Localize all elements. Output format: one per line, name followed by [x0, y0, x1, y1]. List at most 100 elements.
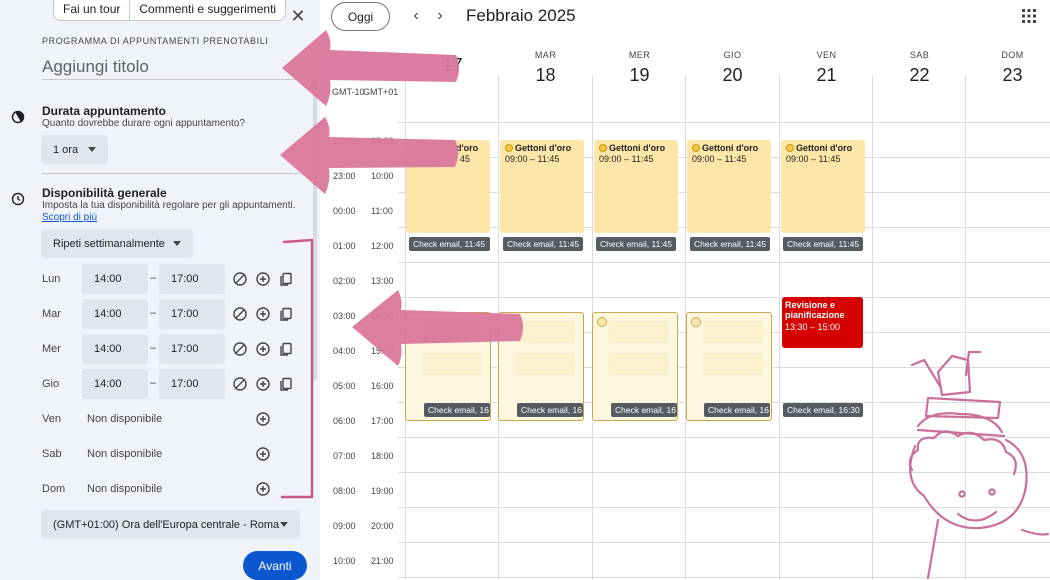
event-check-email[interactable]: Check email, 16:30: [783, 403, 863, 417]
hour-label: 17:00: [371, 416, 394, 426]
event-status-icon: [692, 144, 700, 152]
duration-dropdown[interactable]: 1 ora: [41, 135, 108, 164]
event-check-email[interactable]: Check email, 16: [517, 403, 583, 417]
end-time-field[interactable]: 17:00: [159, 264, 225, 294]
availability-row-mar: Mar 14:00 – 17:00: [42, 299, 300, 329]
title-input[interactable]: [42, 55, 300, 80]
range-dash: –: [150, 272, 157, 284]
day-header-18[interactable]: MAR 18: [499, 50, 592, 86]
chevron-left-icon[interactable]: ‹: [406, 6, 426, 26]
unavailable-icon[interactable]: [232, 376, 248, 392]
unavailable-icon[interactable]: [232, 306, 248, 322]
unavailable-text: Non disponibile: [87, 413, 163, 425]
hour-label: 09:00: [371, 136, 394, 146]
event-gettoni-doro[interactable]: Gettoni d'oro 09:00 – 11:45: [500, 140, 584, 233]
panel-scrollbar[interactable]: [313, 80, 317, 380]
day-name: MAR: [534, 50, 557, 60]
add-interval-icon[interactable]: [255, 376, 271, 392]
add-interval-icon[interactable]: [255, 446, 271, 462]
repeat-dropdown[interactable]: Ripeti settimanalmente: [41, 229, 193, 258]
hour-label: 01:00: [333, 241, 356, 251]
unavailable-icon[interactable]: [232, 271, 248, 287]
day-header-20[interactable]: GIO 20: [686, 50, 779, 86]
add-interval-icon[interactable]: [255, 306, 271, 322]
hour-label: 05:00: [333, 381, 356, 391]
doodle-character: [908, 350, 1050, 580]
day-number: 21: [816, 65, 837, 85]
day-header-21[interactable]: VEN 21: [780, 50, 873, 86]
event-check-email[interactable]: Check email, 16: [704, 403, 770, 417]
day-header-19[interactable]: MER 19: [593, 50, 686, 86]
copy-icon[interactable]: [278, 376, 294, 392]
event-status-icon: [786, 144, 794, 152]
start-time-field[interactable]: 14:00: [82, 264, 148, 294]
availability-row-ven: Ven Non disponibile: [42, 404, 300, 434]
day-number: 19: [629, 65, 650, 85]
day-number: 23: [1002, 65, 1023, 85]
day-label: Dom: [42, 483, 66, 495]
day-label: Ven: [42, 413, 61, 425]
copy-icon[interactable]: [278, 306, 294, 322]
hour-label: 16:00: [371, 381, 394, 391]
hour-label: 10:00: [333, 556, 356, 566]
add-interval-icon[interactable]: [255, 481, 271, 497]
today-button[interactable]: Oggi: [331, 2, 390, 31]
caret-down-icon: [88, 147, 96, 152]
timezone-value: (GMT+01:00) Ora dell'Europa centrale - R…: [53, 518, 280, 531]
take-tour-button[interactable]: Fai un tour: [54, 0, 129, 20]
range-dash: –: [150, 342, 157, 354]
event-gettoni-doro[interactable]: Gettoni d'oro 09:00 – 11:45: [594, 140, 678, 233]
copy-icon[interactable]: [278, 271, 294, 287]
event-check-email[interactable]: Check email, 11:45: [503, 237, 583, 251]
start-time-field[interactable]: 14:00: [82, 299, 148, 329]
event-gettoni-doro[interactable]: Gettoni d'oro 09:00 – 11:45: [781, 140, 865, 233]
copy-icon[interactable]: [278, 341, 294, 357]
event-time: 09:00 – 11:45: [786, 154, 841, 164]
event-check-email[interactable]: Check email, 11:45: [783, 237, 863, 251]
timezone-label-left: GMT-10: [332, 87, 365, 97]
event-time: 45: [460, 154, 471, 164]
unavailable-icon[interactable]: [232, 341, 248, 357]
add-interval-icon[interactable]: [255, 271, 271, 287]
day-name: DOM: [1001, 50, 1024, 60]
event-time: 09:00 – 11:45: [599, 154, 654, 164]
start-time-field[interactable]: 14:00: [82, 334, 148, 364]
slot-status-icon: [691, 317, 701, 327]
learn-more-link[interactable]: Scopri di più: [42, 212, 97, 223]
apps-grid-icon[interactable]: [1022, 9, 1036, 23]
day-header-22[interactable]: SAB 22: [873, 50, 966, 86]
start-time-field[interactable]: 14:00: [82, 369, 148, 399]
close-icon[interactable]: ✕: [288, 6, 308, 26]
current-month: Febbraio 2025: [466, 6, 576, 25]
end-time-field[interactable]: 17:00: [159, 369, 225, 399]
hour-label: 21:00: [371, 556, 394, 566]
event-check-email[interactable]: Check email, 16: [424, 403, 490, 417]
event-check-email[interactable]: Check email, 16: [611, 403, 677, 417]
add-interval-icon[interactable]: [255, 411, 271, 427]
feedback-button[interactable]: Commenti e suggerimenti: [129, 0, 285, 20]
day-header-23[interactable]: DOM 23: [966, 50, 1050, 86]
event-gettoni-doro[interactable]: d'oro 45: [406, 140, 490, 233]
day-name: MER: [628, 50, 651, 60]
hour-label: 10:00: [371, 171, 394, 181]
event-revisione-pianificazione[interactable]: Revisione e pianificazione 13:30 – 15:00: [782, 297, 863, 348]
add-interval-icon[interactable]: [255, 341, 271, 357]
event-check-email[interactable]: Check email, 11:45: [690, 237, 770, 251]
booking-schedule-panel: Fai un tour Commenti e suggerimenti ✕ PR…: [0, 0, 320, 580]
day-header-17[interactable]: 17: [406, 50, 499, 76]
next-button[interactable]: Avanti: [243, 551, 307, 580]
day-number: 20: [722, 65, 743, 85]
chevron-right-icon[interactable]: ›: [430, 6, 450, 26]
end-time-field[interactable]: 17:00: [159, 299, 225, 329]
slot-placeholder: [703, 353, 763, 375]
hour-label: 13:00: [371, 276, 394, 286]
end-time-field[interactable]: 17:00: [159, 334, 225, 364]
event-gettoni-doro[interactable]: Gettoni d'oro 09:00 – 11:45: [687, 140, 771, 233]
event-time: 13:30 – 15:00: [785, 322, 841, 332]
event-title: Gettoni d'oro: [692, 143, 758, 153]
event-check-email[interactable]: Check email, 11:45: [409, 237, 490, 251]
clock-icon: [11, 192, 25, 206]
timezone-label-right: GMT+01: [363, 87, 399, 97]
event-check-email[interactable]: Check email, 11:45: [596, 237, 676, 251]
timezone-dropdown[interactable]: (GMT+01:00) Ora dell'Europa centrale - R…: [41, 510, 300, 539]
